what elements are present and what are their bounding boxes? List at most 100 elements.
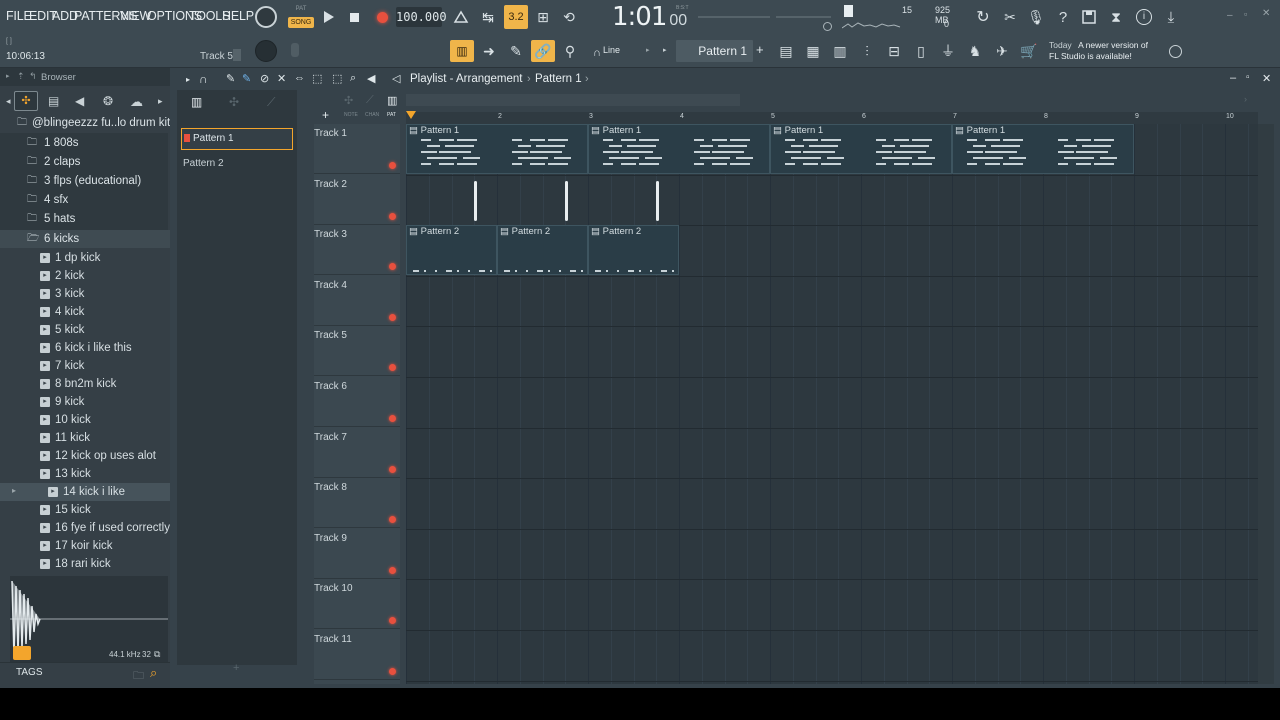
pattern-clip[interactable]: ▤ Pattern 2 xyxy=(588,225,679,276)
channel-rack-icon[interactable]: ▥ xyxy=(829,40,851,62)
mini-note-icon[interactable]: ✣ xyxy=(344,94,353,107)
playback-tool-icon[interactable]: ◀ xyxy=(367,72,375,85)
sample-info-icon[interactable]: ⧉ xyxy=(154,649,160,660)
browser-file-item[interactable]: ▸ 10 kick xyxy=(0,411,170,429)
pencil-icon[interactable]: ✎ xyxy=(505,40,527,62)
picker-add-icon[interactable]: + xyxy=(233,662,239,674)
pattern-clip[interactable]: ▤ Pattern 1 xyxy=(406,124,588,174)
pattern-clip[interactable]: ▤ Pattern 2 xyxy=(497,225,588,276)
save-icon[interactable] xyxy=(1078,6,1100,28)
track-header[interactable]: Track 8 xyxy=(314,478,400,529)
browser-speaker-tab-icon[interactable]: ◀ xyxy=(75,94,84,108)
track-mute-led-icon[interactable] xyxy=(389,415,396,422)
search-icon[interactable]: ⌕ xyxy=(150,665,157,681)
browser-files-tab-icon[interactable]: ▤ xyxy=(48,94,59,108)
browser-file-item[interactable]: ▸ 7 kick xyxy=(0,357,170,375)
scroll-right-icon[interactable]: › xyxy=(1244,94,1247,104)
browser-expand-icon[interactable]: ▸ xyxy=(158,96,163,107)
arrow-right-icon[interactable]: ➜ xyxy=(478,40,500,62)
browser-file-item[interactable]: ▸ 18 rari kick xyxy=(0,555,170,573)
wait-for-input-icon[interactable]: ↹ xyxy=(477,6,499,28)
snap-mode[interactable]: Line xyxy=(603,45,620,55)
online-globe-icon[interactable] xyxy=(1164,40,1186,62)
track-header[interactable]: Track 5 xyxy=(314,326,400,377)
folder-claps[interactable]: 🗀 2 claps xyxy=(0,153,170,171)
folder-flps[interactable]: 🗀 3 flps (educational) xyxy=(0,172,170,190)
select-tool-icon[interactable]: ⬚ xyxy=(332,72,342,85)
mini-chan-icon[interactable]: ⟋ xyxy=(366,94,374,107)
tempo-display[interactable]: 100.000 xyxy=(396,7,447,27)
track-mute-led-icon[interactable] xyxy=(389,668,396,675)
browser-file-item[interactable]: ▸ 17 koir kick xyxy=(0,537,170,555)
browser-root-folder[interactable]: 🗀 @blingeezzz fu..lo drum kit 2 xyxy=(0,114,180,132)
playlist-minimize-icon[interactable]: – xyxy=(1230,72,1236,84)
record-button[interactable] xyxy=(371,6,393,28)
browser-file-item[interactable]: ▸ 15 kick xyxy=(0,501,170,519)
play-button[interactable] xyxy=(318,6,340,28)
stamp-icon[interactable]: ⚲ xyxy=(559,40,581,62)
piano-roll-icon[interactable]: ▦ xyxy=(802,40,824,62)
folder-kicks[interactable]: 🗁 6 kicks xyxy=(0,230,170,248)
vertical-scrollbar[interactable] xyxy=(1258,124,1274,684)
track-header[interactable]: Track 7 xyxy=(314,428,400,478)
track-mute-led-icon[interactable] xyxy=(389,617,396,625)
mute-tool-icon[interactable]: ✕ xyxy=(277,72,286,85)
minimize-window-icon[interactable]: – xyxy=(1227,10,1233,21)
browser-file-item[interactable]: ▸ 8 bn2m kick xyxy=(0,375,170,393)
pat-song-switch[interactable]: PAT SONG xyxy=(288,6,314,30)
timeline-ruler[interactable]: 2 3 4 5 6 7 8 9 10 xyxy=(406,112,1258,124)
track-header[interactable]: Track 4 xyxy=(314,276,400,326)
playlist-close-icon[interactable]: ✕ xyxy=(1262,72,1271,85)
browser-file-item[interactable]: ▸ 12 kick op uses alot xyxy=(0,447,170,465)
audio-clip-transient[interactable] xyxy=(474,180,477,221)
playlist-maximize-icon[interactable]: ▫ xyxy=(1246,72,1250,83)
menu-file[interactable]: FILE xyxy=(6,9,32,23)
playlist-grid[interactable]: ▤ Pattern 1 ▤ Pattern 1 ▤ Pattern 1 ▤ Patte… xyxy=(406,124,1258,684)
loop-record-icon[interactable]: ⟲ xyxy=(558,6,580,28)
track-mute-led-icon[interactable] xyxy=(389,162,396,169)
pattern-selector[interactable]: Pattern 1 xyxy=(676,40,753,62)
mixer-icon[interactable]: ⫶ xyxy=(856,40,878,62)
menu-help[interactable]: HELP xyxy=(222,9,254,23)
snap-dropdown-icon[interactable]: ▸ xyxy=(646,46,650,54)
browser-cloud-tab-icon[interactable]: ☁ xyxy=(130,94,143,110)
browser-file-item[interactable]: ▸ 6 kick i like this xyxy=(0,339,170,357)
playhead-marker-icon[interactable] xyxy=(406,111,416,119)
browser-file-item[interactable]: ▸ ▸ 14 kick i like xyxy=(0,483,170,501)
song-position-slider[interactable] xyxy=(698,16,770,18)
audio-clip-transient[interactable] xyxy=(565,180,568,221)
slip-tool-icon[interactable]: ⇔ xyxy=(294,72,305,84)
browser-menu-icon[interactable]: ▸ xyxy=(6,72,10,80)
volume-slider[interactable] xyxy=(776,16,831,18)
track-header[interactable]: Track 3 xyxy=(314,225,400,276)
undo-history-icon[interactable]: ↻ xyxy=(972,6,994,28)
browser-all-tab-icon[interactable]: ✣ xyxy=(14,91,38,111)
zoom-tool-icon[interactable]: ⌕ xyxy=(350,72,356,85)
tags-folder-icon[interactable]: 🗀 xyxy=(133,667,144,686)
browser-up-icon[interactable]: ⇡ xyxy=(17,71,25,82)
blend-notes-icon[interactable]: ⊞ xyxy=(532,6,554,28)
track-header[interactable]: Track 10 xyxy=(314,579,400,630)
picker-pattern-2[interactable]: Pattern 2 xyxy=(181,154,293,174)
cut-icon[interactable]: ✂ xyxy=(999,6,1021,28)
track-header[interactable]: Track 1 xyxy=(314,124,400,174)
news-panel[interactable]: Today A newer version of FL Studio is av… xyxy=(1049,40,1148,62)
microphone-icon[interactable]: 🎙 xyxy=(1025,6,1047,28)
track-mute-led-icon[interactable] xyxy=(389,364,396,372)
playlist-icon[interactable]: ▤ xyxy=(775,40,797,62)
track-header[interactable]: Track 9 xyxy=(314,529,400,579)
picker-automation-icon[interactable]: ⟋ xyxy=(267,95,275,110)
folder-808s[interactable]: 🗀 1 808s xyxy=(0,134,170,152)
mini-pat-icon[interactable]: ▥ xyxy=(387,94,397,107)
piano-roll-view-icon[interactable]: ▥ xyxy=(450,40,474,62)
master-volume-knob[interactable] xyxy=(255,6,277,28)
picker-patterns-icon[interactable]: ▥ xyxy=(191,95,202,109)
picker-pattern-1[interactable]: Pattern 1 xyxy=(181,128,293,150)
help-icon[interactable]: ? xyxy=(1052,6,1074,28)
track-mute-led-icon[interactable] xyxy=(389,313,396,321)
close-window-icon[interactable]: ✕ xyxy=(1262,8,1270,19)
main-pitch-knob[interactable] xyxy=(255,40,277,62)
restore-window-icon[interactable]: ▫ xyxy=(1244,9,1247,19)
track-mute-led-icon[interactable] xyxy=(389,465,396,473)
track-mute-led-icon[interactable] xyxy=(389,516,396,524)
